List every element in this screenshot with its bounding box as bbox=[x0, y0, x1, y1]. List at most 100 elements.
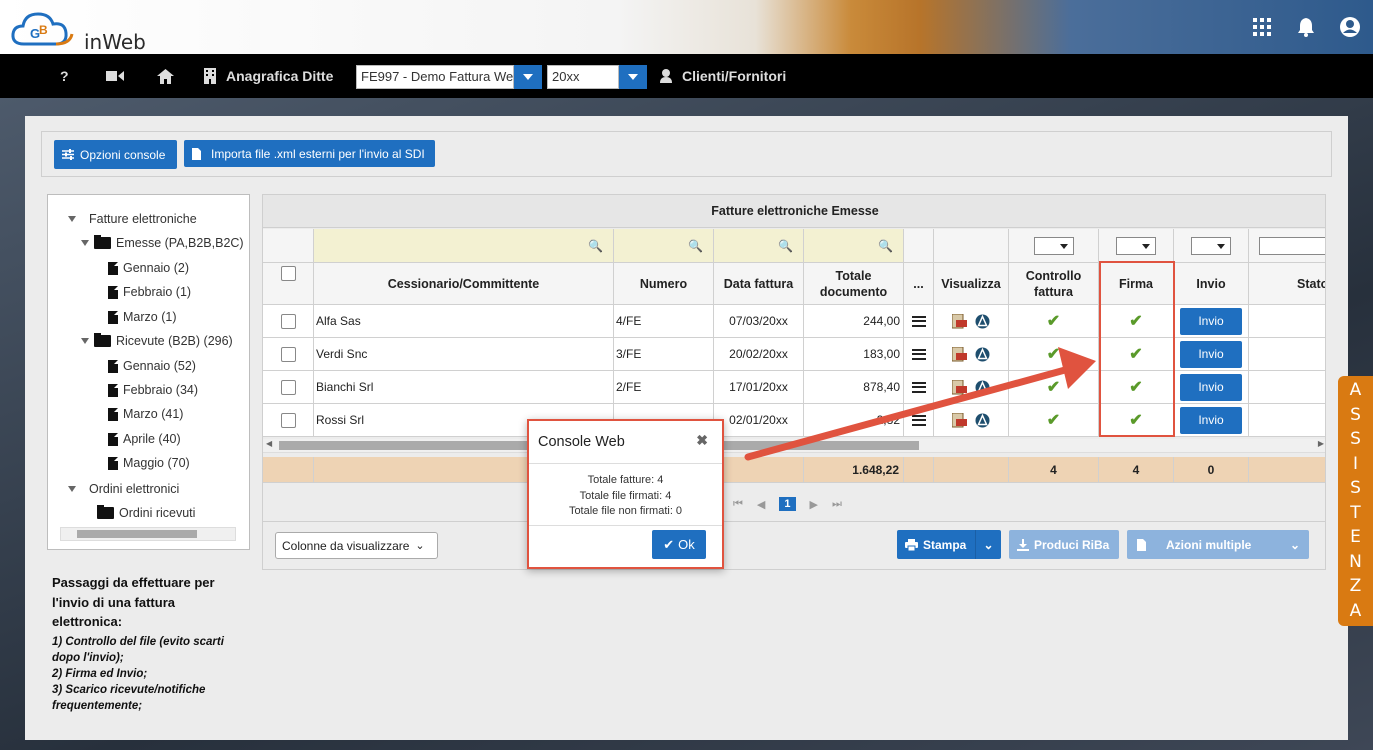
ok-label: Ok bbox=[678, 537, 695, 552]
dialog-line: Totale fatture: 4 bbox=[587, 474, 664, 486]
assistenza-letter: E bbox=[1350, 527, 1361, 547]
filter-dropdown[interactable] bbox=[1033, 236, 1074, 255]
cell-cessionario: Verdi Snc bbox=[314, 338, 614, 371]
check-icon: ✔ bbox=[663, 536, 675, 552]
invio-button[interactable]: Invio bbox=[1180, 340, 1242, 368]
page-current[interactable]: 1 bbox=[779, 497, 796, 511]
filter-totale[interactable]: 🔍 bbox=[804, 229, 904, 263]
riba-label: Produci RiBa bbox=[1034, 537, 1110, 552]
prev-page-icon[interactable]: ◀ bbox=[757, 498, 765, 511]
filter-dropdown[interactable] bbox=[1191, 236, 1231, 255]
tree-ricevute-aprile[interactable]: Aprile (40) bbox=[108, 432, 181, 446]
divider bbox=[263, 521, 1325, 522]
company-select-dropdown[interactable] bbox=[514, 65, 542, 89]
company-select[interactable]: FE997 - Demo Fattura We bbox=[356, 65, 514, 89]
anagrafica-link[interactable]: Anagrafica Ditte bbox=[204, 54, 333, 98]
col-numero[interactable]: Numero bbox=[614, 263, 714, 305]
year-select-dropdown[interactable] bbox=[619, 65, 647, 89]
scroll-left-icon[interactable]: ◀ bbox=[266, 439, 272, 448]
help-button[interactable]: ? bbox=[60, 54, 69, 98]
col-stato[interactable]: Stato bbox=[1249, 263, 1325, 305]
download-icon bbox=[1017, 538, 1029, 551]
pagination: ⏮ ◀ 1 ▶ ⏭ bbox=[733, 497, 842, 511]
invio-button[interactable]: Invio bbox=[1180, 307, 1242, 335]
azioni-multiple-button[interactable]: Azioni multiple ⌄ bbox=[1127, 530, 1309, 559]
col-totale[interactable]: Totale documento bbox=[804, 263, 904, 305]
filter-firma[interactable] bbox=[1099, 229, 1174, 263]
tree-scrollbar[interactable] bbox=[60, 527, 236, 541]
colonne-select[interactable]: Colonne da visualizzare ⌄ bbox=[275, 532, 438, 559]
filter-data[interactable]: 🔍 bbox=[714, 229, 804, 263]
opzioni-label: Opzioni console bbox=[80, 147, 166, 162]
filter-numero[interactable]: 🔍 bbox=[614, 229, 714, 263]
col-visualizza[interactable]: Visualizza bbox=[934, 263, 1009, 305]
scrollbar-thumb[interactable] bbox=[77, 530, 197, 538]
stampa-dropdown[interactable]: ⌄ bbox=[975, 530, 1001, 559]
bell-icon[interactable] bbox=[1295, 16, 1317, 38]
stampa-label: Stampa bbox=[923, 537, 967, 552]
building-icon bbox=[204, 68, 216, 84]
filter-stato[interactable] bbox=[1249, 229, 1325, 263]
anagrafica-label: Anagrafica Ditte bbox=[226, 68, 334, 84]
produci-riba-button[interactable]: Produci RiBa bbox=[1009, 530, 1119, 559]
tree-fatture-elettroniche[interactable]: Fatture elettroniche bbox=[68, 212, 197, 226]
assistenza-tab[interactable]: ASSISTENZA bbox=[1338, 376, 1373, 626]
filter-controllo[interactable] bbox=[1009, 229, 1099, 263]
col-more[interactable]: ... bbox=[904, 263, 934, 305]
year-select[interactable]: 20xx bbox=[547, 65, 619, 89]
assistenza-letter: T bbox=[1350, 502, 1361, 523]
video-icon[interactable] bbox=[106, 54, 124, 98]
apps-grid-icon[interactable] bbox=[1251, 16, 1273, 38]
agenzia-entrate-icon[interactable] bbox=[975, 314, 990, 329]
tree-ordini-elettronici[interactable]: Ordini elettronici bbox=[68, 482, 179, 496]
home-icon[interactable] bbox=[157, 54, 174, 98]
account-icon[interactable] bbox=[1339, 16, 1361, 38]
stampa-button[interactable]: Stampa ⌄ bbox=[897, 530, 1001, 559]
invio-button[interactable]: Invio bbox=[1180, 406, 1242, 434]
next-page-icon[interactable]: ▶ bbox=[810, 498, 818, 511]
col-invio[interactable]: Invio bbox=[1174, 263, 1249, 305]
file-icon bbox=[108, 285, 118, 299]
filter-input[interactable] bbox=[1259, 236, 1325, 255]
assistenza-letter: S bbox=[1350, 478, 1361, 498]
close-icon[interactable]: ✖ bbox=[696, 432, 708, 449]
tree-emesse-marzo[interactable]: Marzo (1) bbox=[108, 310, 176, 324]
cell-numero: 2/FE bbox=[614, 371, 714, 404]
importa-xml-button[interactable]: Importa file .xml esterni per l'invio al… bbox=[184, 140, 435, 167]
tree-ricevute[interactable]: Ricevute (B2B) (296) bbox=[81, 333, 233, 348]
tree-emesse-febbraio[interactable]: Febbraio (1) bbox=[108, 285, 191, 299]
pdf-icon[interactable] bbox=[952, 313, 967, 329]
col-controllo[interactable]: Controllo fattura bbox=[1009, 263, 1099, 305]
folder-icon bbox=[97, 505, 114, 519]
tree-label: Ricevute (B2B) (296) bbox=[116, 334, 233, 348]
filter-cessionario[interactable]: 🔍 bbox=[314, 229, 614, 263]
tree-emesse[interactable]: Emesse (PA,B2B,B2C) bbox=[81, 235, 244, 250]
first-page-icon[interactable]: ⏮ bbox=[733, 498, 743, 511]
file-icon bbox=[108, 407, 118, 421]
opzioni-console-button[interactable]: Opzioni console bbox=[54, 140, 177, 169]
row-checkbox[interactable] bbox=[280, 313, 296, 329]
ok-button[interactable]: ✔ Ok bbox=[652, 530, 706, 559]
invio-button[interactable]: Invio bbox=[1180, 373, 1242, 401]
row-checkbox[interactable] bbox=[280, 412, 296, 428]
row-checkbox[interactable] bbox=[280, 379, 296, 395]
col-data[interactable]: Data fattura bbox=[714, 263, 804, 305]
tree-emesse-gennaio[interactable]: Gennaio (2) bbox=[108, 261, 189, 275]
col-cessionario[interactable]: Cessionario/Committente bbox=[314, 263, 614, 305]
last-page-icon[interactable]: ⏭ bbox=[832, 498, 842, 511]
tree-ricevute-marzo[interactable]: Marzo (41) bbox=[108, 407, 183, 421]
filter-dropdown[interactable] bbox=[1116, 236, 1156, 255]
clienti-link[interactable]: Clienti/Fornitori bbox=[660, 54, 786, 98]
tree-ricevute-gennaio[interactable]: Gennaio (52) bbox=[108, 359, 196, 373]
tree-ricevute-febbraio[interactable]: Febbraio (34) bbox=[108, 383, 198, 397]
filter-invio[interactable] bbox=[1174, 229, 1249, 263]
row-menu-cell bbox=[904, 305, 934, 338]
tree-ricevute-maggio[interactable]: Maggio (70) bbox=[108, 456, 190, 470]
menu-icon[interactable] bbox=[911, 315, 926, 327]
top-header: G B inWeb bbox=[0, 0, 1373, 54]
tree-ordini-ricevuti[interactable]: Ordini ricevuti bbox=[97, 505, 195, 520]
select-all-checkbox[interactable] bbox=[280, 266, 296, 281]
scroll-right-icon[interactable]: ▶ bbox=[1318, 439, 1324, 448]
row-checkbox[interactable] bbox=[280, 346, 296, 362]
file-icon bbox=[192, 147, 201, 160]
